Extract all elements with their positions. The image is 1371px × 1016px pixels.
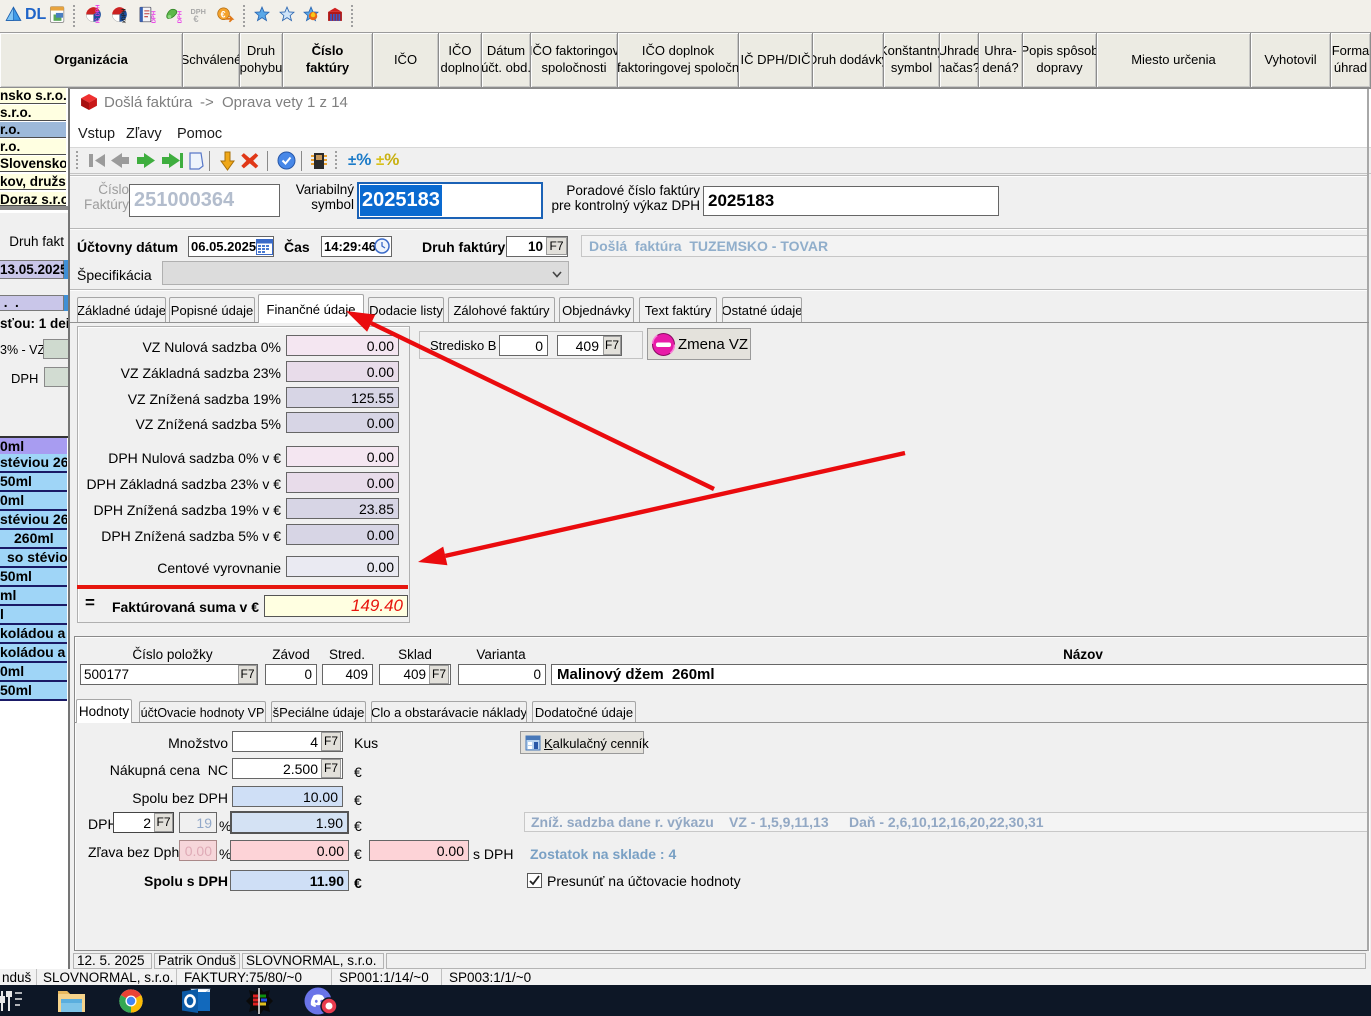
svg-text:DPH: DPH xyxy=(177,11,182,23)
svg-text:xDPH: xDPH xyxy=(121,9,127,24)
svg-text:€: € xyxy=(221,9,226,19)
svg-text:DPH: DPH xyxy=(151,11,156,23)
svg-text:€: € xyxy=(193,14,199,24)
svg-text:IČ DPH: IČ DPH xyxy=(94,5,101,23)
